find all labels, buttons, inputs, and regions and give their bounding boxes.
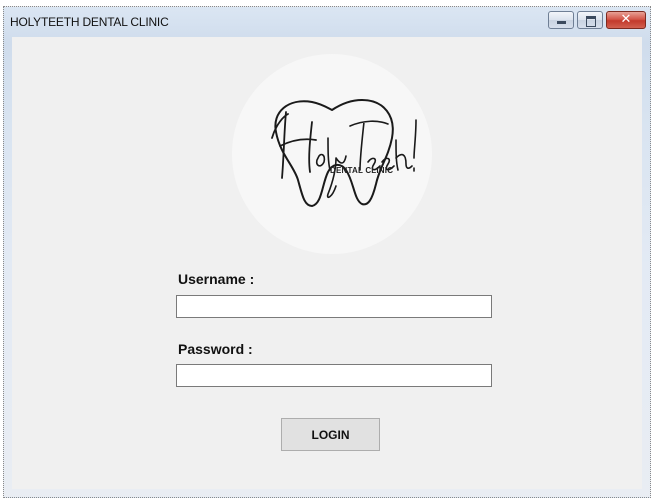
username-label: Username :: [178, 271, 255, 287]
login-form-panel: DENTAL CLINIC Username : Password : LOGI…: [12, 37, 642, 489]
caption-buttons: ✕: [548, 11, 646, 29]
login-button[interactable]: LOGIN: [281, 418, 380, 451]
tooth-logo-icon: [271, 99, 417, 207]
logo-subtitle: DENTAL CLINIC: [330, 166, 394, 175]
window-title: HOLYTEETH DENTAL CLINIC: [10, 15, 169, 29]
maximize-icon: [586, 16, 596, 27]
password-label: Password :: [178, 341, 253, 357]
close-button[interactable]: ✕: [606, 11, 646, 29]
minimize-icon: [557, 21, 566, 24]
close-icon: ✕: [620, 12, 632, 27]
password-field[interactable]: [176, 364, 492, 387]
minimize-button[interactable]: [548, 11, 574, 29]
username-field[interactable]: [176, 295, 492, 318]
title-bar[interactable]: HOLYTEETH DENTAL CLINIC ✕: [4, 7, 650, 37]
maximize-button[interactable]: [577, 11, 603, 29]
login-window: HOLYTEETH DENTAL CLINIC ✕ DENTAL CLINIC …: [3, 6, 651, 498]
clinic-logo: DENTAL CLINIC: [232, 54, 432, 254]
